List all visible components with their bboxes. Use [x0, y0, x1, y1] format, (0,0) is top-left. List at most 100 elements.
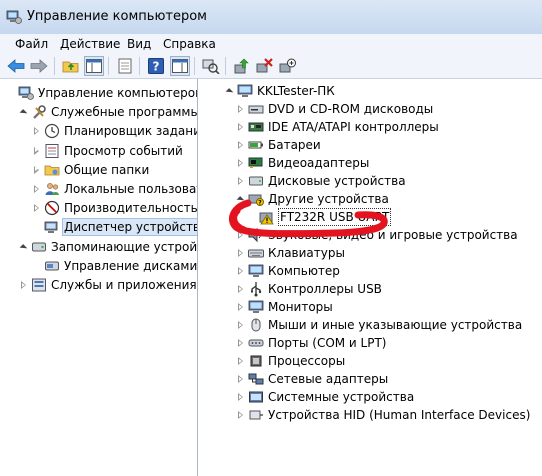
scan-hardware-button[interactable]	[201, 56, 221, 76]
right_tree-item[interactable]: Видеоадаптеры	[236, 154, 370, 172]
battery-icon	[248, 141, 263, 149]
left_tree-item[interactable]: Локальные пользовате	[32, 180, 198, 198]
display-adapter-icon	[248, 157, 263, 168]
right_tree-item[interactable]: DVD и CD-ROM дисководы	[236, 100, 434, 118]
expand-arrow-icon[interactable]	[236, 230, 246, 240]
monitor-icon	[248, 300, 264, 313]
left_tree-item[interactable]: Производительность	[32, 199, 197, 217]
expand-arrow-icon[interactable]	[236, 356, 246, 366]
menu-file[interactable]: Файл	[13, 34, 50, 54]
expand-arrow-icon[interactable]	[236, 104, 246, 114]
menu-action[interactable]: Действие	[58, 34, 122, 54]
properties-button[interactable]	[115, 56, 135, 76]
right_tree-label: Мыши и иные указывающие устройства	[268, 318, 523, 332]
svg-text:?: ?	[153, 60, 160, 74]
right_tree-item[interactable]: Устройства HID (Human Interface Devices)	[236, 406, 531, 424]
right_tree-item[interactable]: Контроллеры USB	[236, 280, 383, 298]
left_tree-item[interactable]: Запоминающие устройст	[19, 238, 198, 256]
right_tree-item[interactable]: Мыши и иные указывающие устройства	[236, 316, 523, 334]
collapse-arrow-icon[interactable]	[19, 242, 29, 252]
warning-device-icon	[259, 212, 274, 225]
update-driver-button[interactable]	[232, 56, 252, 76]
left_tree-item[interactable]: Общие папки	[32, 161, 150, 179]
expand-arrow-icon[interactable]	[32, 165, 42, 175]
expand-arrow-icon[interactable]	[236, 176, 246, 186]
menu-view[interactable]: Вид	[125, 34, 153, 54]
right_tree-label: Звуковые, видео и игровые устройства	[268, 228, 518, 242]
expand-arrow-icon[interactable]	[236, 338, 246, 348]
collapse-arrow-icon[interactable]	[225, 86, 235, 96]
right_tree-item[interactable]: Системные устройства	[236, 388, 415, 406]
left_tree-item[interactable]: Управление компьютером (л	[6, 84, 197, 102]
right_tree-item[interactable]: Клавиатуры	[236, 244, 346, 262]
up-level-button[interactable]	[61, 56, 81, 76]
expand-arrow-icon[interactable]	[236, 158, 246, 168]
right_tree-label: Мониторы	[268, 300, 333, 314]
toolbar-separator	[194, 57, 195, 75]
menu-bar: Файл Действие Вид Справка	[0, 34, 542, 55]
left_tree-item[interactable]: Просмотр событий	[32, 142, 184, 160]
forward-button[interactable]	[29, 56, 49, 76]
right_tree-item[interactable]: Дисковые устройства	[236, 172, 407, 190]
help-button[interactable]: ?	[146, 56, 166, 76]
storage-icon	[32, 242, 46, 252]
expand-arrow-icon[interactable]	[236, 140, 246, 150]
right_tree-item[interactable]: Звуковые, видео и игровые устройства	[236, 226, 519, 244]
expand-arrow-icon[interactable]	[236, 284, 246, 294]
expand-arrow-icon[interactable]	[19, 280, 29, 290]
port-icon	[248, 339, 264, 347]
left_tree-item[interactable]: Планировщик заданий	[32, 122, 197, 140]
right_tree-item[interactable]: Процессоры	[236, 352, 346, 370]
left_tree-item[interactable]: Управление дисками	[32, 257, 197, 275]
expand-arrow-icon[interactable]	[32, 203, 42, 213]
right_tree-label: Компьютер	[268, 264, 340, 278]
right_tree-item[interactable]: KKLTester-ПК	[225, 82, 336, 100]
disable-device-button[interactable]	[278, 56, 298, 76]
left_tree-item[interactable]: Диспетчер устройств	[32, 218, 197, 237]
expand-arrow-icon[interactable]	[236, 374, 246, 384]
left_tree-label: Запоминающие устройст	[51, 239, 198, 254]
expand-arrow-icon[interactable]	[236, 302, 246, 312]
left_tree-item[interactable]: Службы и приложения	[19, 276, 197, 294]
back-arrow-icon	[7, 59, 25, 73]
right_tree-item[interactable]: Порты (COM и LPT)	[236, 334, 387, 352]
expand-arrow-icon[interactable]	[236, 392, 246, 402]
collapse-arrow-icon[interactable]	[19, 107, 29, 117]
show-console-tree-button[interactable]	[84, 56, 104, 76]
toolbar-separator	[139, 57, 140, 75]
update-driver-icon	[234, 58, 249, 74]
right_tree-label: Контроллеры USB	[268, 282, 382, 296]
right_tree-label: IDE ATA/ATAPI контроллеры	[268, 120, 439, 134]
expand-arrow-icon[interactable]	[236, 248, 246, 258]
left_tree-item[interactable]: Служебные программы	[19, 103, 198, 121]
right_tree-item[interactable]: Мониторы	[236, 298, 334, 316]
uninstall-device-button[interactable]	[255, 56, 275, 76]
menu-help[interactable]: Справка	[161, 34, 218, 54]
console-tree-pane[interactable]: Управление компьютером (л Служебные прогр…	[0, 79, 198, 476]
show-action-pane-button[interactable]	[170, 56, 190, 76]
forward-arrow-icon	[30, 59, 48, 73]
back-button[interactable]	[6, 56, 26, 76]
svg-text:?: ?	[258, 200, 262, 207]
disk-drive-icon	[249, 176, 263, 186]
device-tree-pane[interactable]: KKLTester-ПК DVD и CD-ROM дисководы IDE AT…	[198, 79, 542, 476]
right_tree-item[interactable]: IDE ATA/ATAPI контроллеры	[236, 118, 440, 136]
expand-arrow-icon[interactable]	[236, 320, 246, 330]
right_tree-item[interactable]: Сетевые адаптеры	[236, 370, 389, 388]
right_tree-item[interactable]: FT232R USB UART	[247, 208, 392, 226]
left_tree-label: Служебные программы	[51, 105, 198, 120]
expand-arrow-icon[interactable]	[236, 410, 246, 420]
right_tree-item[interactable]: Компьютер	[236, 262, 341, 280]
left_tree-label: Локальные пользовате	[64, 182, 198, 196]
right_tree-label: Клавиатуры	[268, 246, 345, 260]
expand-arrow-icon[interactable]	[32, 126, 42, 136]
expand-arrow-icon[interactable]	[236, 122, 246, 132]
right_tree-item[interactable]: Батареи	[236, 136, 322, 154]
expand-arrow-icon[interactable]	[32, 146, 42, 156]
collapse-arrow-icon[interactable]	[236, 194, 246, 204]
expand-arrow-icon[interactable]	[236, 266, 246, 276]
right_tree-item[interactable]: ? Другие устройства	[236, 190, 390, 208]
expand-arrow-icon[interactable]	[32, 184, 42, 194]
